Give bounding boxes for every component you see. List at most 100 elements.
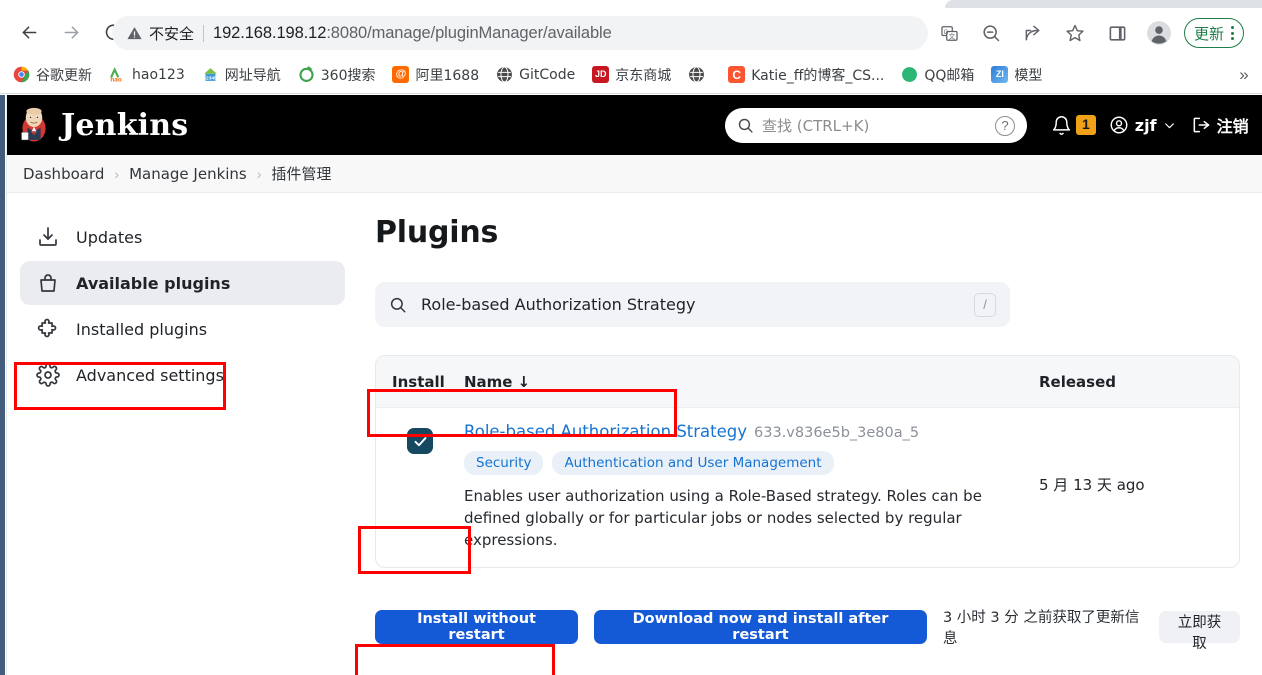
bookmark-label: Katie_ff的博客_CS... xyxy=(751,67,885,84)
bookmark-item[interactable]: 360搜索 xyxy=(291,61,383,89)
globe-icon xyxy=(688,66,705,83)
checkmark-icon xyxy=(414,436,426,446)
column-header-name-label: Name xyxy=(464,372,513,391)
jenkins-logo-link[interactable]: Jenkins xyxy=(17,106,188,144)
jd-icon: JD xyxy=(592,66,610,83)
column-header-install: Install xyxy=(392,372,445,391)
sidebar-item-label: Available plugins xyxy=(76,273,231,293)
chevron-down-icon xyxy=(1164,122,1174,128)
jenkins-header-actions: 1 zjf 注销 xyxy=(1047,95,1255,155)
address-bar-url: 192.168.198.12:8080/manage/pluginManager… xyxy=(213,23,612,42)
bookmark-label: GitCode xyxy=(519,66,576,83)
bookmark-item[interactable]: JD 京东商城 xyxy=(585,61,678,89)
plugin-released-date: 5 月 13 天 ago xyxy=(1039,476,1145,494)
translate-icon[interactable]: 文G xyxy=(933,17,965,49)
gear-icon xyxy=(36,363,60,387)
breadcrumb-dashboard[interactable]: Dashboard xyxy=(23,165,104,183)
zoom-out-icon[interactable] xyxy=(975,17,1007,49)
user-avatar-icon xyxy=(1110,116,1128,134)
bookmark-star-icon[interactable] xyxy=(1059,17,1091,49)
page-viewport: Jenkins 查找 (CTRL+K) ? 1 zjf 注销 Dashboard… xyxy=(0,95,1262,675)
install-checkbox[interactable] xyxy=(407,428,433,454)
update-info-text: 3 小时 3 分 之前获取了更新信息 xyxy=(942,610,1140,648)
jenkins-search-input[interactable]: 查找 (CTRL+K) ? xyxy=(725,108,1027,143)
omnibox-divider xyxy=(203,24,205,42)
update-button[interactable]: 更新 xyxy=(1184,18,1245,48)
bookmark-item[interactable]: C Katie_ff的博客_CS... xyxy=(721,61,891,89)
page-title: Plugins xyxy=(375,215,499,250)
side-panel-icon[interactable] xyxy=(1101,17,1133,49)
user-menu-button[interactable]: zjf xyxy=(1103,111,1182,139)
help-icon[interactable]: ? xyxy=(995,115,1015,136)
browser-toolbar: 不安全 192.168.198.12:8080/manage/pluginMan… xyxy=(0,8,1262,56)
breadcrumb-separator-icon: › xyxy=(114,165,120,182)
bookmark-item[interactable]: GitCode xyxy=(489,62,582,87)
not-secure-warning-icon xyxy=(127,26,142,39)
column-header-released: Released xyxy=(1039,372,1116,391)
bookmark-item[interactable]: QQ邮箱 xyxy=(894,61,981,89)
2345-icon: 2345 xyxy=(202,66,219,83)
plugin-label-security[interactable]: Security xyxy=(464,451,544,475)
notification-count-badge: 1 xyxy=(1076,115,1096,135)
globe-icon xyxy=(496,66,513,83)
sidebar-item-label: Advanced settings xyxy=(76,365,224,385)
tab-strip xyxy=(0,0,1262,8)
bell-icon xyxy=(1052,115,1071,135)
sidebar-item-advanced-settings[interactable]: Advanced settings xyxy=(20,353,345,397)
download-install-after-restart-button[interactable]: Download now and install after restart xyxy=(594,610,927,645)
bookmark-label: QQ邮箱 xyxy=(924,67,975,84)
table-row: Role-based Authorization Strategy 633.v83… xyxy=(376,408,1239,567)
bookmarks-overflow-icon[interactable]: » xyxy=(1232,63,1256,87)
page-left-scrollbar[interactable] xyxy=(0,95,7,675)
share-icon[interactable] xyxy=(1017,17,1049,49)
bookmark-item[interactable] xyxy=(681,62,718,87)
bookmark-item[interactable]: ZI 模型 xyxy=(984,61,1049,89)
search-shortcut-hint: / xyxy=(974,292,996,317)
plugin-description: Enables user authorization using a Role-… xyxy=(464,487,982,549)
bookmark-item[interactable]: 谷歌更新 xyxy=(6,61,99,89)
svg-text:2345: 2345 xyxy=(206,75,217,81)
browser-chrome: 不安全 192.168.198.12:8080/manage/pluginMan… xyxy=(0,0,1262,95)
forward-arrow-icon[interactable] xyxy=(54,15,88,49)
plugin-search-input[interactable]: Role-based Authorization Strategy / xyxy=(375,282,1010,327)
360-icon xyxy=(298,66,315,83)
sidebar-item-installed-plugins[interactable]: Installed plugins xyxy=(20,307,345,351)
logout-button[interactable]: 注销 xyxy=(1185,109,1255,141)
profile-avatar-icon[interactable] xyxy=(1143,17,1175,49)
column-header-name[interactable]: Name ↓ xyxy=(464,373,1039,391)
browser-tab[interactable] xyxy=(945,0,1262,8)
bookmark-item[interactable]: 2345 网址导航 xyxy=(195,61,288,89)
main-content: Plugins Role-based Authorization Strateg… xyxy=(375,215,1240,652)
scrollbar-thumb[interactable] xyxy=(0,95,5,675)
sidebar-item-available-plugins[interactable]: Available plugins xyxy=(20,261,345,305)
logout-label: 注销 xyxy=(1216,117,1249,136)
jenkins-header: Jenkins 查找 (CTRL+K) ? 1 zjf 注销 xyxy=(7,95,1262,155)
bookmark-label: 阿里1688 xyxy=(415,67,480,84)
bookmark-label: 模型 xyxy=(1014,67,1043,84)
check-now-button[interactable]: 立即获取 xyxy=(1158,611,1240,652)
breadcrumb-manage-jenkins[interactable]: Manage Jenkins xyxy=(129,165,247,183)
bookmark-label: 网址导航 xyxy=(224,67,281,84)
sidebar-item-updates[interactable]: Updates xyxy=(20,215,345,259)
plugin-info-cell: Role-based Authorization Strategy 633.v83… xyxy=(464,422,1039,551)
csdn-icon: C xyxy=(728,66,746,83)
address-bar[interactable]: 不安全 192.168.198.12:8080/manage/pluginMan… xyxy=(112,16,928,50)
jenkins-search-placeholder: 查找 (CTRL+K) xyxy=(762,117,870,135)
plugin-version: 633.v836e5b_3e80a_5 xyxy=(754,425,920,441)
bookmark-item[interactable]: @ 阿里1688 xyxy=(385,61,486,89)
bookmark-label: hao123 xyxy=(132,66,185,83)
chrome-menu-icon[interactable] xyxy=(1231,26,1235,40)
install-without-restart-button[interactable]: Install without restart xyxy=(375,610,579,645)
plugin-actions-bar: Install without restart Download now and… xyxy=(375,606,1240,652)
logout-icon xyxy=(1193,117,1209,133)
bookmark-item[interactable]: hao hao123 xyxy=(102,62,192,87)
search-icon xyxy=(737,117,754,134)
update-button-label: 更新 xyxy=(1194,24,1225,43)
bookmark-label: 360搜索 xyxy=(320,67,376,84)
qqmail-icon xyxy=(901,66,918,83)
plugin-name-link[interactable]: Role-based Authorization Strategy xyxy=(464,422,747,441)
notifications-button[interactable]: 1 xyxy=(1047,111,1100,140)
username-label: zjf xyxy=(1134,115,1157,135)
back-arrow-icon[interactable] xyxy=(12,15,46,49)
plugin-label-auth-user-mgmt[interactable]: Authentication and User Management xyxy=(552,451,834,475)
